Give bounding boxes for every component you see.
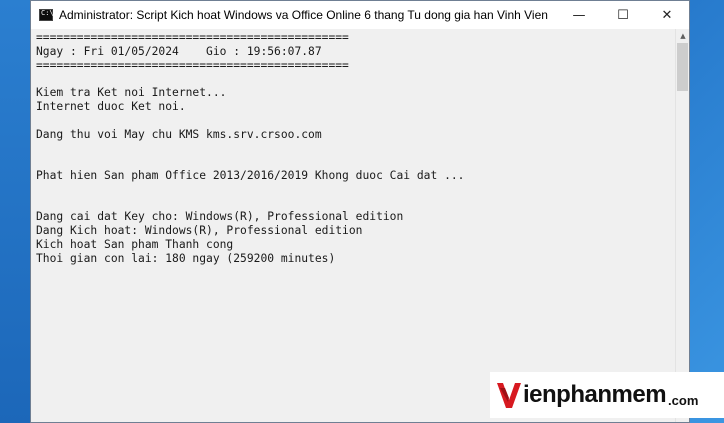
watermark-suffix: .com (668, 392, 699, 408)
maximize-button[interactable]: ☐ (601, 1, 645, 29)
desktop-background (0, 0, 30, 423)
scrollbar-thumb[interactable] (677, 43, 688, 91)
watermark-text: ienphanmem (523, 381, 667, 408)
console-text: ========================================… (36, 31, 465, 265)
window-title: Administrator: Script Kich hoat Windows … (59, 8, 549, 22)
console-window: C:\ Administrator: Script Kich hoat Wind… (30, 0, 690, 423)
console-output[interactable]: ========================================… (31, 29, 675, 422)
brand-v-logo-icon (497, 383, 521, 408)
minimize-button[interactable]: — (557, 1, 601, 29)
watermark-logo: ienphanmem .com (490, 372, 724, 418)
cmd-icon: C:\ (39, 9, 54, 21)
window-controls: — ☐ ✕ (557, 1, 689, 29)
title-bar[interactable]: C:\ Administrator: Script Kich hoat Wind… (31, 1, 689, 29)
vertical-scrollbar[interactable]: ▲ (675, 29, 689, 422)
scroll-up-arrow-icon[interactable]: ▲ (676, 29, 690, 43)
close-button[interactable]: ✕ (645, 1, 689, 29)
